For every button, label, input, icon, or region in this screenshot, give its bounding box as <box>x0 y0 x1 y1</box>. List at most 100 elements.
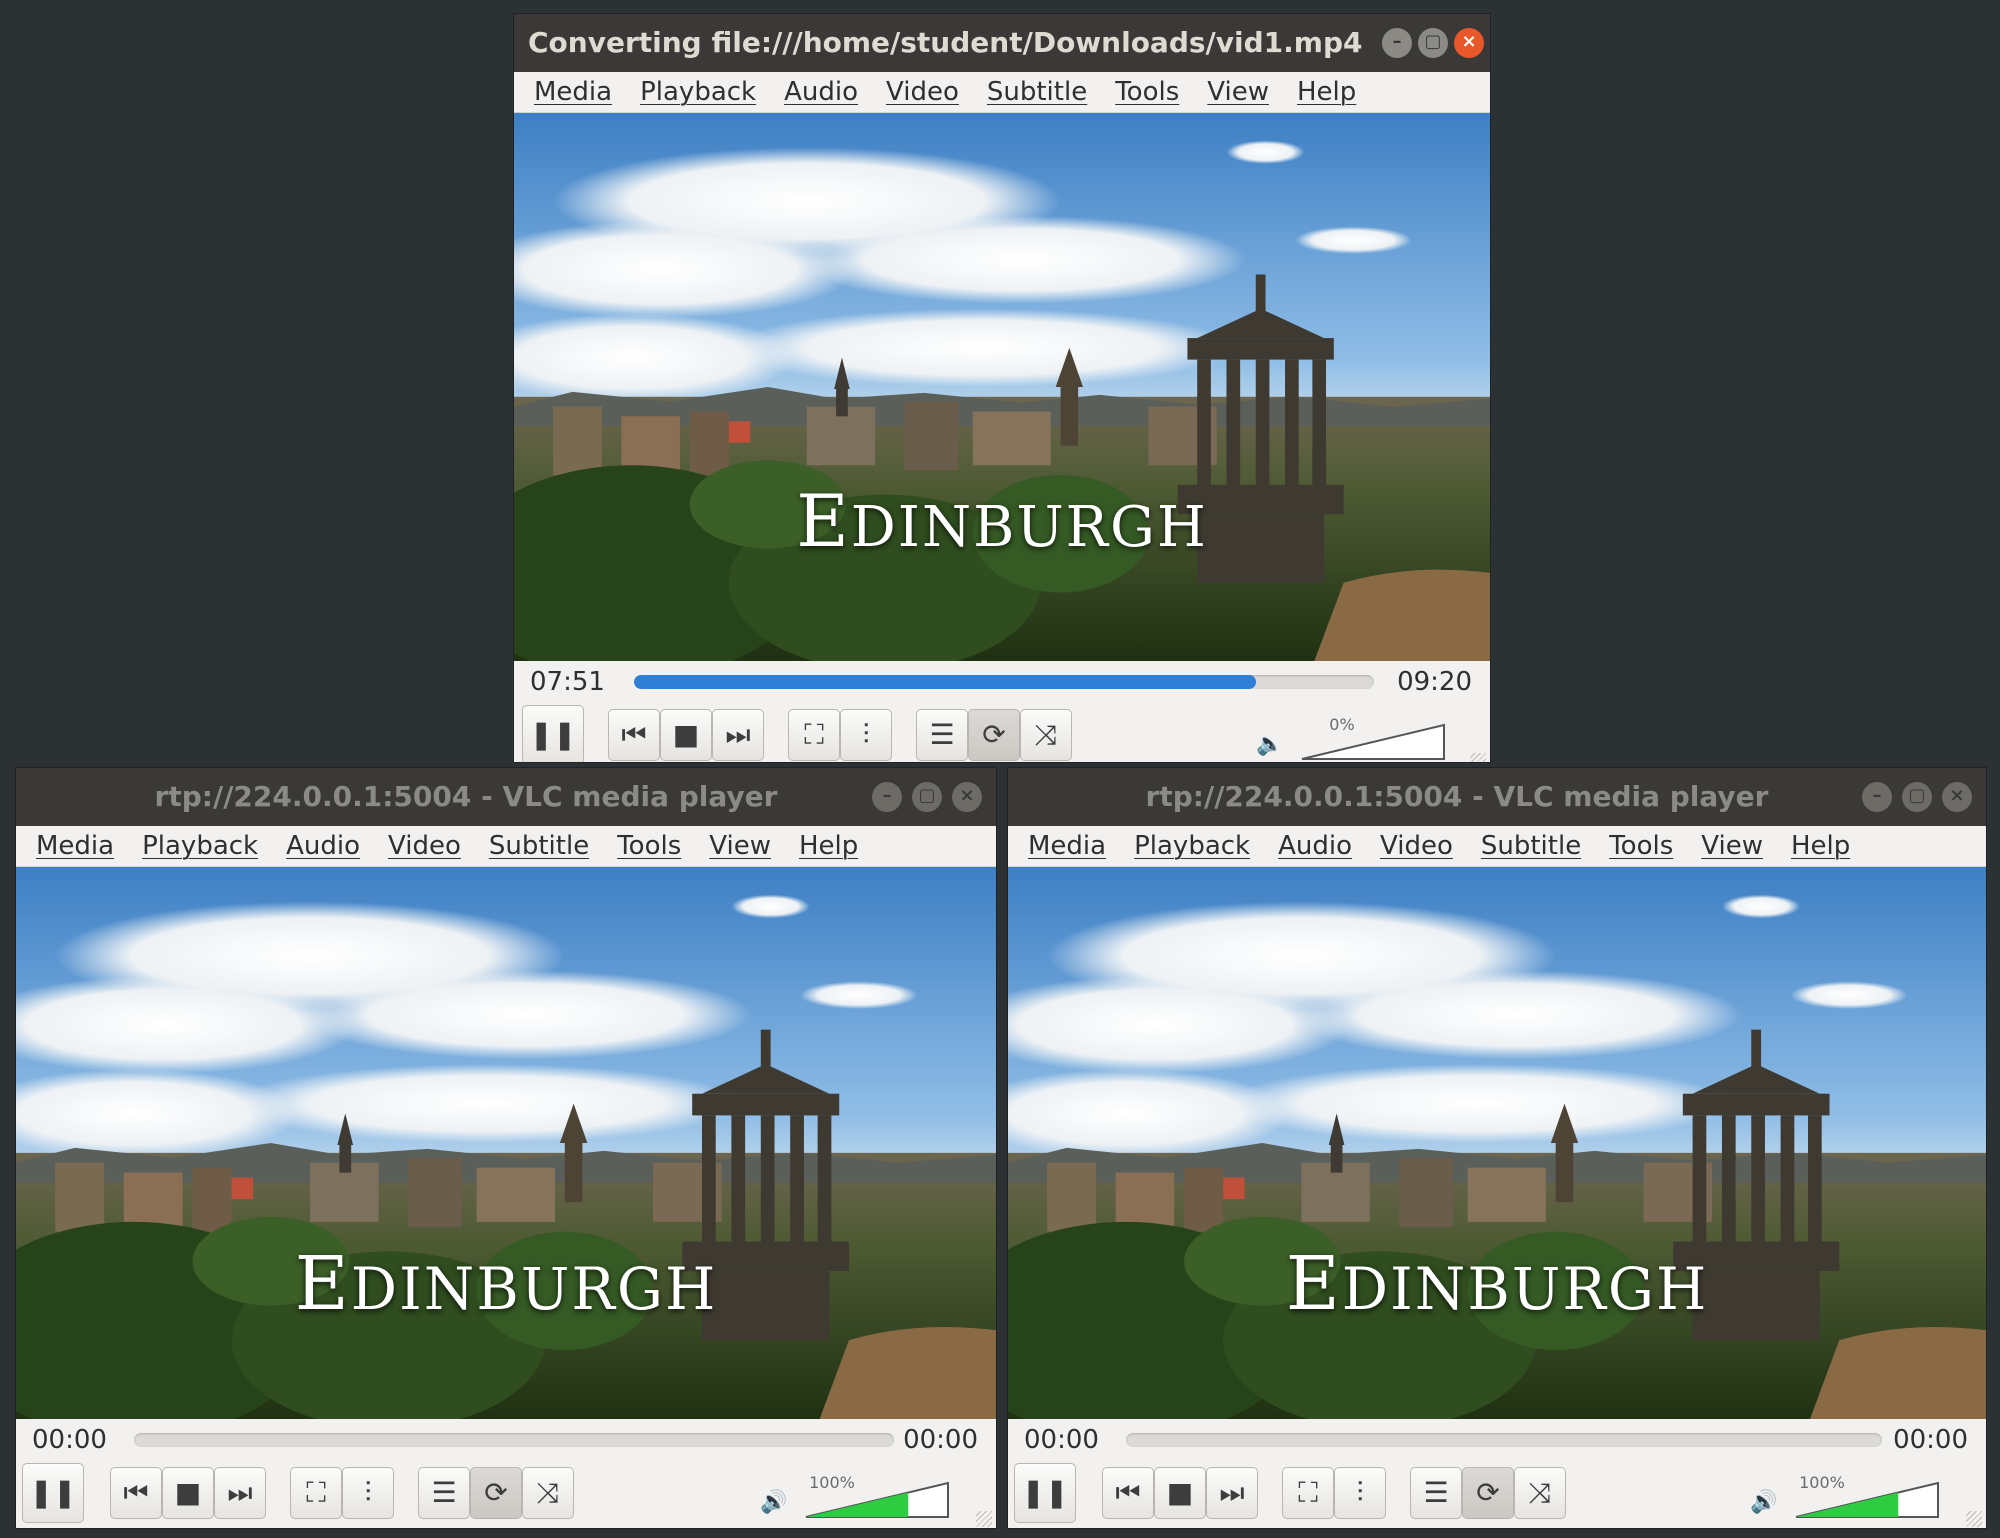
window-title: Converting file:///home/student/Download… <box>528 26 1370 59</box>
loop-button[interactable]: ⟳ <box>470 1467 522 1519</box>
control-bar: ❚❚ ⏮ ■ ⏭ ⛶ ⫶ ☰ ⟳ ⤨ 🔊 100% <box>1008 1461 1986 1528</box>
loop-button[interactable]: ⟳ <box>968 709 1020 761</box>
menu-playback[interactable]: Playback <box>1120 826 1264 866</box>
fullscreen-button[interactable]: ⛶ <box>290 1467 342 1519</box>
maximize-button[interactable]: ▢ <box>912 782 942 812</box>
playlist-button[interactable]: ☰ <box>418 1467 470 1519</box>
close-button[interactable]: × <box>1454 28 1484 58</box>
skip-next-icon: ⏭ <box>725 718 751 751</box>
fullscreen-button[interactable]: ⛶ <box>788 709 840 761</box>
previous-button[interactable]: ⏮ <box>1102 1467 1154 1519</box>
menu-help[interactable]: Help <box>785 826 872 866</box>
seek-progress <box>634 675 1256 689</box>
minimize-button[interactable]: – <box>872 782 902 812</box>
skip-next-icon: ⏭ <box>1219 1476 1245 1509</box>
next-button[interactable]: ⏭ <box>214 1467 266 1519</box>
menu-tools[interactable]: Tools <box>1101 72 1193 112</box>
pause-button[interactable]: ❚❚ <box>522 705 584 762</box>
equalizer-icon: ⫶ <box>1356 1476 1364 1509</box>
resize-grip[interactable] <box>1966 1511 1982 1527</box>
menu-video[interactable]: Video <box>374 826 475 866</box>
speaker-icon[interactable]: 🔊 <box>1750 1491 1777 1515</box>
close-button[interactable]: × <box>952 782 982 812</box>
previous-button[interactable]: ⏮ <box>608 709 660 761</box>
seek-slider[interactable] <box>1126 1433 1882 1447</box>
minimize-button[interactable]: – <box>1382 28 1412 58</box>
equalizer-button[interactable]: ⫶ <box>1334 1467 1386 1519</box>
menu-help[interactable]: Help <box>1777 826 1864 866</box>
menu-tools[interactable]: Tools <box>1595 826 1687 866</box>
menu-view[interactable]: View <box>695 826 785 866</box>
equalizer-button[interactable]: ⫶ <box>342 1467 394 1519</box>
fullscreen-button[interactable]: ⛶ <box>1282 1467 1334 1519</box>
menu-audio[interactable]: Audio <box>770 72 872 112</box>
loop-icon: ⟳ <box>1476 1476 1500 1509</box>
equalizer-icon: ⫶ <box>364 1476 372 1509</box>
menu-audio[interactable]: Audio <box>272 826 374 866</box>
seek-slider[interactable] <box>134 1433 894 1447</box>
skip-previous-icon: ⏮ <box>621 718 647 751</box>
volume-slider[interactable] <box>802 1477 952 1521</box>
stop-icon: ■ <box>1166 1476 1194 1509</box>
next-button[interactable]: ⏭ <box>1206 1467 1258 1519</box>
video-area[interactable]: EDINBURGH <box>1008 867 1986 1419</box>
shuffle-icon: ⤨ <box>1528 1476 1552 1509</box>
shuffle-button[interactable]: ⤨ <box>1020 709 1072 761</box>
fullscreen-icon: ⛶ <box>804 718 824 751</box>
seek-slider[interactable] <box>634 675 1374 689</box>
video-area[interactable]: EDINBURGH <box>16 867 996 1419</box>
menu-audio[interactable]: Audio <box>1264 826 1366 866</box>
shuffle-button[interactable]: ⤨ <box>522 1467 574 1519</box>
window-title: rtp://224.0.0.1:5004 - VLC media player <box>154 780 778 813</box>
maximize-button[interactable]: ▢ <box>1418 28 1448 58</box>
menu-subtitle[interactable]: Subtitle <box>973 72 1101 112</box>
close-button[interactable]: × <box>1942 782 1972 812</box>
maximize-button[interactable]: ▢ <box>1902 782 1932 812</box>
resize-grip[interactable] <box>976 1511 992 1527</box>
minimize-button[interactable]: – <box>1862 782 1892 812</box>
fullscreen-icon: ⛶ <box>306 1476 326 1509</box>
title-bar[interactable]: Converting file:///home/student/Download… <box>514 14 1490 72</box>
volume-slider[interactable] <box>1298 719 1448 762</box>
previous-button[interactable]: ⏮ <box>110 1467 162 1519</box>
speaker-icon[interactable]: 🔊 <box>760 1491 787 1515</box>
volume-slider[interactable] <box>1792 1477 1942 1521</box>
menu-subtitle[interactable]: Subtitle <box>475 826 603 866</box>
total-time: 00:00 <box>903 1425 978 1455</box>
title-bar[interactable]: rtp://224.0.0.1:5004 - VLC media player … <box>1008 768 1986 826</box>
shuffle-button[interactable]: ⤨ <box>1514 1467 1566 1519</box>
menu-playback[interactable]: Playback <box>626 72 770 112</box>
stop-button[interactable]: ■ <box>162 1467 214 1519</box>
loop-icon: ⟳ <box>982 718 1006 751</box>
pause-button[interactable]: ❚❚ <box>1014 1463 1076 1523</box>
playlist-icon: ☰ <box>1423 1476 1449 1509</box>
skip-next-icon: ⏭ <box>227 1476 253 1509</box>
loop-button[interactable]: ⟳ <box>1462 1467 1514 1519</box>
menu-media[interactable]: Media <box>1014 826 1120 866</box>
menu-media[interactable]: Media <box>22 826 128 866</box>
menu-view[interactable]: View <box>1687 826 1777 866</box>
next-button[interactable]: ⏭ <box>712 709 764 761</box>
resize-grip[interactable] <box>1470 753 1486 762</box>
menu-video[interactable]: Video <box>872 72 973 112</box>
playlist-button[interactable]: ☰ <box>1410 1467 1462 1519</box>
playlist-button[interactable]: ☰ <box>916 709 968 761</box>
menu-tools[interactable]: Tools <box>603 826 695 866</box>
pause-button[interactable]: ❚❚ <box>22 1463 84 1523</box>
video-area[interactable]: EDINBURGH <box>514 113 1490 661</box>
caption-rest: DINBURGH <box>1341 1255 1709 1323</box>
stop-button[interactable]: ■ <box>1154 1467 1206 1519</box>
menu-view[interactable]: View <box>1193 72 1283 112</box>
menu-subtitle[interactable]: Subtitle <box>1467 826 1595 866</box>
menu-video[interactable]: Video <box>1366 826 1467 866</box>
video-frame <box>514 113 1490 661</box>
skip-previous-icon: ⏮ <box>123 1476 149 1509</box>
title-bar[interactable]: rtp://224.0.0.1:5004 - VLC media player … <box>16 768 996 826</box>
stop-button[interactable]: ■ <box>660 709 712 761</box>
speaker-icon[interactable]: 🔈 <box>1256 733 1283 757</box>
menu-media[interactable]: Media <box>520 72 626 112</box>
equalizer-button[interactable]: ⫶ <box>840 709 892 761</box>
menu-help[interactable]: Help <box>1283 72 1370 112</box>
vlc-window-right: rtp://224.0.0.1:5004 - VLC media player … <box>1008 768 1986 1528</box>
menu-playback[interactable]: Playback <box>128 826 272 866</box>
